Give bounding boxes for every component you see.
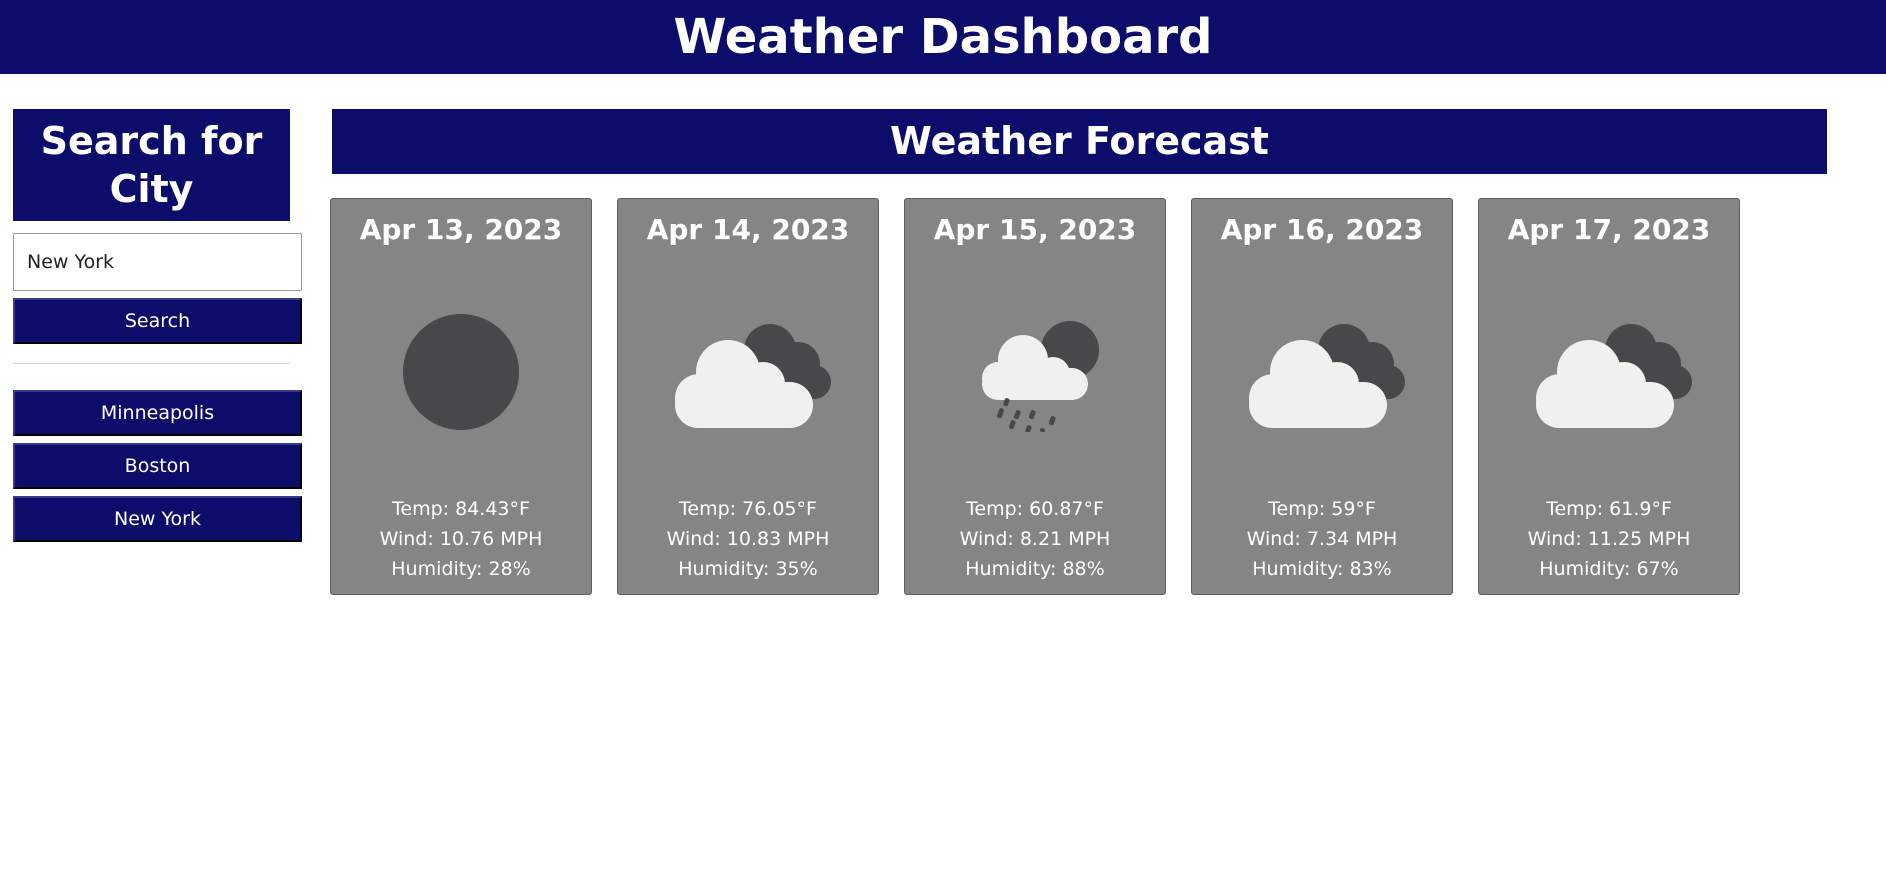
card-date: Apr 17, 2023 [1507,213,1711,246]
rain-icon [982,321,1099,432]
card-wind: Wind: 8.21 MPH [959,528,1111,550]
cloudy-icon [1536,324,1692,428]
forecast-card: Apr 17, 2023 Temp: 61.9°F Wind: 11.25 MP… [1478,198,1740,595]
card-wind: Wind: 10.76 MPH [379,528,543,550]
card-temp: Temp: 76.05°F [679,498,817,520]
card-date: Apr 16, 2023 [1220,213,1424,246]
forecast-section: Weather Forecast Apr 13, 2023 Temp: 84.4… [330,109,1827,595]
forecast-cards: Apr 13, 2023 Temp: 84.43°F Wind: 10.76 M… [330,198,1827,595]
card-humidity: Humidity: 83% [1252,558,1392,580]
card-temp: Temp: 59°F [1268,498,1376,520]
card-temp: Temp: 60.87°F [966,498,1104,520]
card-stats: Temp: 59°F Wind: 7.34 MPH Humidity: 83% [1192,494,1452,584]
card-humidity: Humidity: 28% [391,558,531,580]
city-search-input[interactable] [13,233,302,291]
card-temp: Temp: 61.9°F [1546,498,1672,520]
sidebar-divider [13,363,290,364]
search-button[interactable]: Search [13,298,302,344]
forecast-card: Apr 14, 2023 Temp: 76.05°F Wind: 10.83 M… [617,198,879,595]
card-stats: Temp: 84.43°F Wind: 10.76 MPH Humidity: … [331,494,591,584]
card-wind: Wind: 11.25 MPH [1527,528,1691,550]
card-stats: Temp: 76.05°F Wind: 10.83 MPH Humidity: … [618,494,878,584]
sun-icon [403,314,519,430]
card-humidity: Humidity: 88% [965,558,1105,580]
card-stats: Temp: 61.9°F Wind: 11.25 MPH Humidity: 6… [1479,494,1739,584]
card-date: Apr 15, 2023 [933,213,1137,246]
forecast-card: Apr 16, 2023 Temp: 59°F Wind: 7.34 MPH H… [1191,198,1453,595]
history-button-boston[interactable]: Boston [13,443,302,489]
search-heading: Search for City [13,109,290,221]
card-humidity: Humidity: 35% [678,558,818,580]
app-header: Weather Dashboard [0,0,1886,74]
search-history: Minneapolis Boston New York [13,390,302,542]
cloudy-icon [1249,324,1405,428]
page-title: Weather Dashboard [673,9,1213,65]
forecast-heading: Weather Forecast [332,109,1827,174]
card-temp: Temp: 84.43°F [392,498,530,520]
forecast-card: Apr 15, 2023 Temp: 60.87°F Wind: 8.21 MP… [904,198,1166,595]
history-button-minneapolis[interactable]: Minneapolis [13,390,302,436]
card-date: Apr 14, 2023 [646,213,850,246]
cloudy-icon [675,324,831,428]
card-stats: Temp: 60.87°F Wind: 8.21 MPH Humidity: 8… [905,494,1165,584]
card-date: Apr 13, 2023 [359,213,563,246]
forecast-card: Apr 13, 2023 Temp: 84.43°F Wind: 10.76 M… [330,198,592,595]
search-sidebar: Search for City Search Minneapolis Bosto… [13,109,302,549]
card-wind: Wind: 7.34 MPH [1246,528,1398,550]
card-wind: Wind: 10.83 MPH [666,528,830,550]
history-button-new-york[interactable]: New York [13,496,302,542]
card-humidity: Humidity: 67% [1539,558,1679,580]
